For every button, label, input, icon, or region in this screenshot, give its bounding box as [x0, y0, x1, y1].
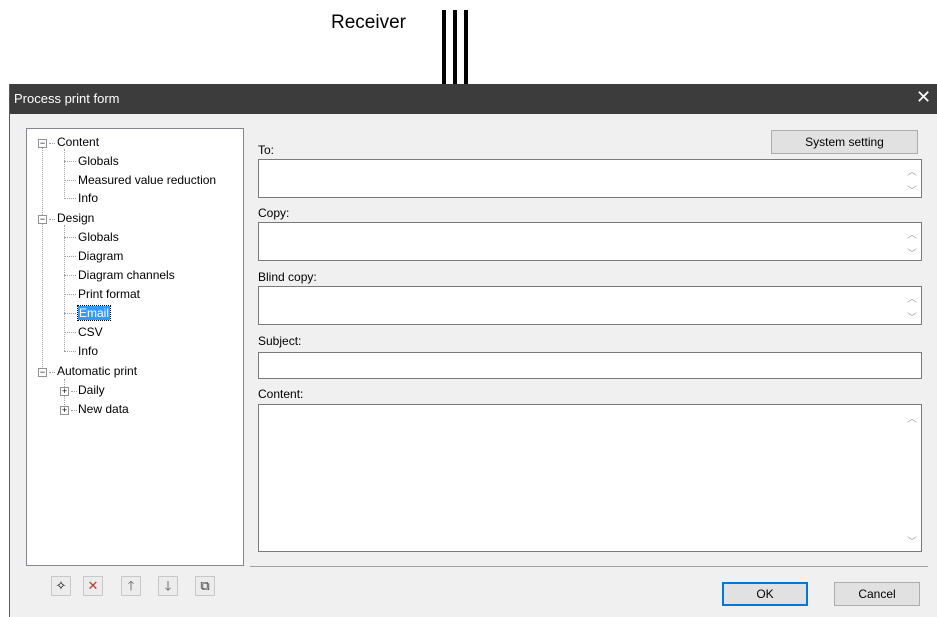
- to-scrollbar[interactable]: ︿ ﹀: [904, 160, 921, 197]
- scroll-down-icon[interactable]: ﹀: [907, 245, 917, 260]
- content-scrollbar[interactable]: ︿ ﹀: [904, 405, 921, 551]
- receiver-callout-label: Receiver: [331, 12, 406, 33]
- scroll-up-icon[interactable]: ︿: [907, 290, 917, 305]
- tree-node-content-info[interactable]: Info: [78, 190, 98, 206]
- collapse-icon[interactable]: −: [38, 368, 47, 377]
- subject-label: Subject:: [258, 334, 302, 348]
- new-icon[interactable]: ✧: [51, 576, 71, 596]
- scroll-up-icon[interactable]: ︿: [907, 163, 917, 178]
- copy-scrollbar[interactable]: ︿ ﹀: [904, 223, 921, 260]
- copy-label: Copy:: [258, 206, 290, 220]
- content-label: Content:: [258, 387, 304, 401]
- scroll-down-icon[interactable]: ﹀: [907, 182, 917, 197]
- blind-copy-scrollbar[interactable]: ︿ ﹀: [904, 287, 921, 324]
- subject-field[interactable]: [258, 352, 922, 379]
- window-title: Process print form: [14, 91, 120, 106]
- scroll-down-icon[interactable]: ﹀: [907, 309, 917, 324]
- separator: [250, 566, 928, 567]
- tree-node-new-data[interactable]: New data: [78, 401, 129, 417]
- to-input[interactable]: [259, 160, 921, 197]
- system-setting-button[interactable]: System setting: [771, 130, 918, 154]
- content-field[interactable]: ︿ ﹀: [258, 404, 922, 552]
- tree-node-measured-value-reduction[interactable]: Measured value reduction: [78, 172, 216, 188]
- copy-field[interactable]: ︿ ﹀: [258, 222, 922, 261]
- settings-tree[interactable]: − Content Globals Measured value reducti…: [26, 128, 244, 566]
- delete-icon[interactable]: ✕: [83, 576, 103, 596]
- scroll-up-icon[interactable]: ︿: [907, 226, 917, 241]
- tree-node-csv[interactable]: CSV: [78, 324, 103, 340]
- tree-node-automatic-print[interactable]: Automatic print: [57, 363, 137, 379]
- move-up-icon[interactable]: 🡑: [121, 576, 141, 596]
- copy-input[interactable]: [259, 223, 921, 260]
- scroll-down-icon[interactable]: ﹀: [907, 533, 917, 548]
- tree-node-print-format[interactable]: Print format: [78, 286, 140, 302]
- scroll-up-icon[interactable]: ︿: [907, 410, 917, 425]
- tree-node-content[interactable]: Content: [57, 134, 99, 150]
- blind-copy-label: Blind copy:: [258, 270, 317, 284]
- move-down-icon[interactable]: 🡓: [158, 576, 178, 596]
- tree-node-daily[interactable]: Daily: [78, 382, 105, 398]
- subject-input[interactable]: [259, 353, 921, 378]
- tree-guide: [64, 149, 65, 197]
- to-label: To:: [258, 143, 275, 157]
- tree-node-content-globals[interactable]: Globals: [78, 153, 119, 169]
- cancel-button[interactable]: Cancel: [834, 582, 920, 606]
- expand-icon[interactable]: +: [60, 406, 69, 415]
- close-icon[interactable]: ✕: [916, 87, 931, 108]
- copy-icon[interactable]: ⧉: [195, 576, 215, 596]
- collapse-icon[interactable]: −: [38, 215, 47, 224]
- tree-node-diagram-channels[interactable]: Diagram channels: [78, 267, 175, 283]
- to-field[interactable]: ︿ ﹀: [258, 159, 922, 198]
- tree-guide: [42, 143, 43, 373]
- tree-node-design-info[interactable]: Info: [78, 343, 98, 359]
- tree-node-email[interactable]: Email: [76, 305, 112, 321]
- collapse-icon[interactable]: −: [38, 139, 47, 148]
- title-bar: Process print form ✕: [10, 84, 937, 114]
- process-print-form-dialog: Process print form ✕ − Content Globals M…: [9, 84, 937, 617]
- tree-node-design[interactable]: Design: [57, 210, 94, 226]
- tree-node-diagram[interactable]: Diagram: [78, 248, 123, 264]
- tree-node-design-globals[interactable]: Globals: [78, 229, 119, 245]
- expand-icon[interactable]: +: [60, 387, 69, 396]
- blind-copy-input[interactable]: [259, 287, 921, 324]
- content-input[interactable]: [259, 405, 921, 551]
- ok-button[interactable]: OK: [722, 582, 808, 606]
- blind-copy-field[interactable]: ︿ ﹀: [258, 286, 922, 325]
